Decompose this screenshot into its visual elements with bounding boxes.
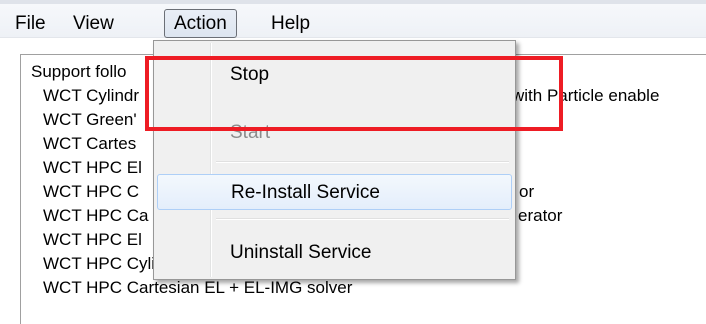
menu-item-uninstall-service[interactable]: Uninstall Service (157, 235, 512, 271)
menu-file[interactable]: File (6, 9, 55, 38)
menu-item-reinstall-service[interactable]: Re-Install Service (157, 174, 512, 210)
list-item: WCT HPC El (43, 230, 142, 249)
list-item: WCT HPC El (43, 158, 142, 177)
annotation-highlight-box (145, 56, 563, 131)
menu-help[interactable]: Help (262, 9, 319, 38)
list-item-tail: erator (518, 206, 563, 225)
list-item: WCT Cartes (43, 134, 137, 153)
menu-item-label: Uninstall Service (230, 242, 372, 263)
list-item: WCT Cylindr (43, 86, 140, 105)
list-item: WCT HPC C (43, 182, 140, 201)
menu-view[interactable]: View (64, 9, 123, 38)
list-item: WCT Green' (43, 110, 137, 129)
menu-separator (216, 161, 509, 163)
list-item-tail: or (519, 182, 535, 201)
menu-bar: File View Action Help (0, 0, 706, 38)
window-top-edge (0, 0, 706, 4)
list-item: WCT HPC Cartesian EL + EL-IMG solver (43, 278, 353, 297)
menu-item-label: Re-Install Service (231, 182, 380, 203)
menu-action[interactable]: Action (164, 9, 237, 38)
list-item: WCT HPC Ca (43, 206, 149, 225)
menu-separator (216, 218, 509, 220)
list-item: Support follo (31, 62, 127, 81)
